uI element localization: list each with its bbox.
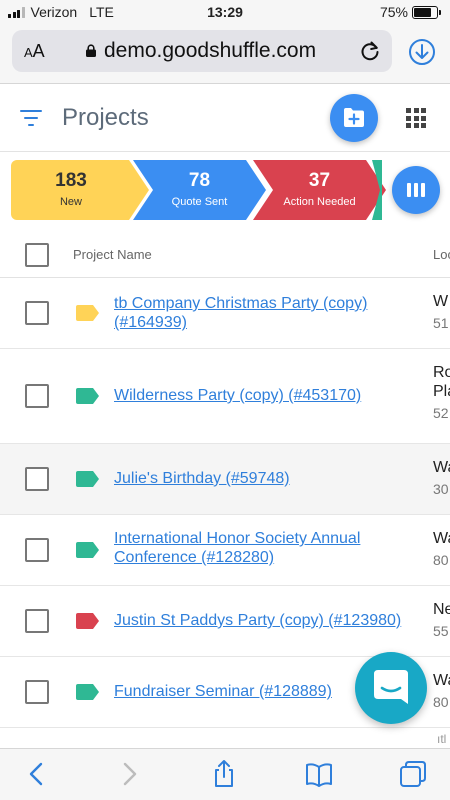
battery-icon: [412, 5, 441, 19]
chat-launcher-button[interactable]: [355, 652, 427, 724]
stage-label: New: [59, 196, 82, 208]
text-size-button[interactable]: AA: [24, 41, 45, 62]
reload-icon[interactable]: [358, 39, 382, 63]
browser-toolbar: [0, 748, 450, 800]
column-header-project-name[interactable]: Project Name: [73, 247, 152, 262]
back-icon[interactable]: [22, 759, 52, 789]
status-tag-icon: [76, 471, 99, 487]
project-location-partial: ıtl: [437, 732, 447, 746]
location-text: Wa: [433, 672, 450, 689]
status-tag-icon: [76, 542, 99, 558]
location-sub: 80: [433, 552, 449, 568]
table-row[interactable]: Justin St Paddys Party (copy) (#123980) …: [0, 586, 450, 657]
project-location: Wa 80: [433, 671, 450, 712]
grid-apps-icon[interactable]: [406, 108, 426, 128]
stage-new[interactable]: 183 New: [11, 160, 149, 220]
filter-lines-icon[interactable]: [20, 110, 42, 126]
location-sub: 80: [433, 694, 449, 710]
project-link[interactable]: International Honor Society Annual Confe…: [114, 529, 419, 567]
app-header: Projects: [0, 84, 450, 152]
project-location: Ne 55: [433, 600, 450, 641]
location-text: Wa: [433, 459, 450, 476]
column-header-location[interactable]: Loc: [433, 247, 450, 262]
row-checkbox[interactable]: [25, 384, 49, 408]
stage-quote-sent[interactable]: 78 Quote Sent: [133, 160, 266, 220]
project-link[interactable]: Wilderness Party (copy) (#453170): [114, 386, 419, 405]
project-link[interactable]: tb Company Christmas Party (copy) (#1649…: [114, 294, 419, 332]
location-text: Ne: [433, 601, 450, 618]
project-link[interactable]: Justin St Paddys Party (copy) (#123980): [114, 611, 434, 630]
table-row[interactable]: Wilderness Party (copy) (#453170) Ro Pla…: [0, 349, 450, 444]
location-text: Ro: [433, 364, 450, 381]
project-location: Wa 80: [433, 529, 450, 570]
stage-action-needed[interactable]: 37 Action Needed: [253, 160, 386, 220]
status-tag-icon: [76, 388, 99, 404]
status-right: 75%: [379, 4, 441, 20]
address-bar[interactable]: AA demo.goodshuffle.com: [12, 30, 392, 72]
table-row[interactable]: International Honor Society Annual Confe…: [0, 515, 450, 586]
columns-icon: [407, 183, 411, 197]
folder-plus-icon: [344, 108, 364, 127]
location-text: W: [433, 293, 449, 310]
location-sub: 52: [433, 405, 449, 421]
row-checkbox[interactable]: [25, 538, 49, 562]
bookmarks-icon[interactable]: [304, 759, 334, 789]
status-bar: Verizon LTE 13:29 75%: [0, 0, 450, 26]
project-location: Ro Pla 52: [433, 363, 450, 423]
location-sub: 51: [433, 315, 449, 331]
table-row-partial[interactable]: ıtl: [0, 728, 450, 748]
status-tag-icon: [76, 613, 99, 629]
stage-count: 37: [308, 170, 331, 191]
tabs-icon[interactable]: [398, 759, 428, 789]
text-size-small: A: [24, 45, 33, 60]
project-location: W 51: [433, 292, 449, 333]
battery-percent: 75%: [379, 4, 408, 20]
table-row[interactable]: Julie's Birthday (#59748) Wa 30: [0, 444, 450, 515]
stage-count: 183: [55, 170, 87, 191]
location-sub: 55: [433, 623, 449, 639]
row-checkbox[interactable]: [25, 467, 49, 491]
table-row[interactable]: tb Company Christmas Party (copy) (#1649…: [0, 278, 450, 349]
forward-icon[interactable]: [114, 759, 144, 789]
location-text-line2: Pla: [433, 383, 450, 400]
stage-label: Action Needed: [283, 196, 356, 208]
stage-label: Quote Sent: [171, 196, 228, 208]
location-text: Wa: [433, 530, 450, 547]
browser-address-area: AA demo.goodshuffle.com: [0, 26, 450, 84]
columns-button[interactable]: [392, 166, 440, 214]
project-link[interactable]: Julie's Birthday (#59748): [114, 469, 419, 488]
text-size-large: A: [32, 41, 45, 61]
row-checkbox[interactable]: [25, 609, 49, 633]
select-all-checkbox[interactable]: [25, 243, 49, 267]
chat-bubble-icon: [374, 670, 408, 704]
lock-icon: [86, 44, 96, 57]
pipeline-status-bar: 183 New 78 Quote Sent 37 Action Needed: [0, 152, 450, 232]
row-checkbox[interactable]: [25, 680, 49, 704]
share-icon[interactable]: [209, 759, 239, 789]
download-icon[interactable]: [408, 38, 436, 66]
table-header: Project Name Loc: [0, 232, 450, 278]
status-tag-icon: [76, 305, 99, 321]
new-project-button[interactable]: [330, 94, 378, 142]
location-sub: 30: [433, 481, 449, 497]
page-title: Projects: [62, 104, 149, 131]
status-tag-icon: [76, 684, 99, 700]
stage-count: 78: [188, 170, 211, 191]
project-location: Wa 30: [433, 458, 450, 499]
url-domain: demo.goodshuffle.com: [104, 39, 317, 62]
row-checkbox[interactable]: [25, 301, 49, 325]
